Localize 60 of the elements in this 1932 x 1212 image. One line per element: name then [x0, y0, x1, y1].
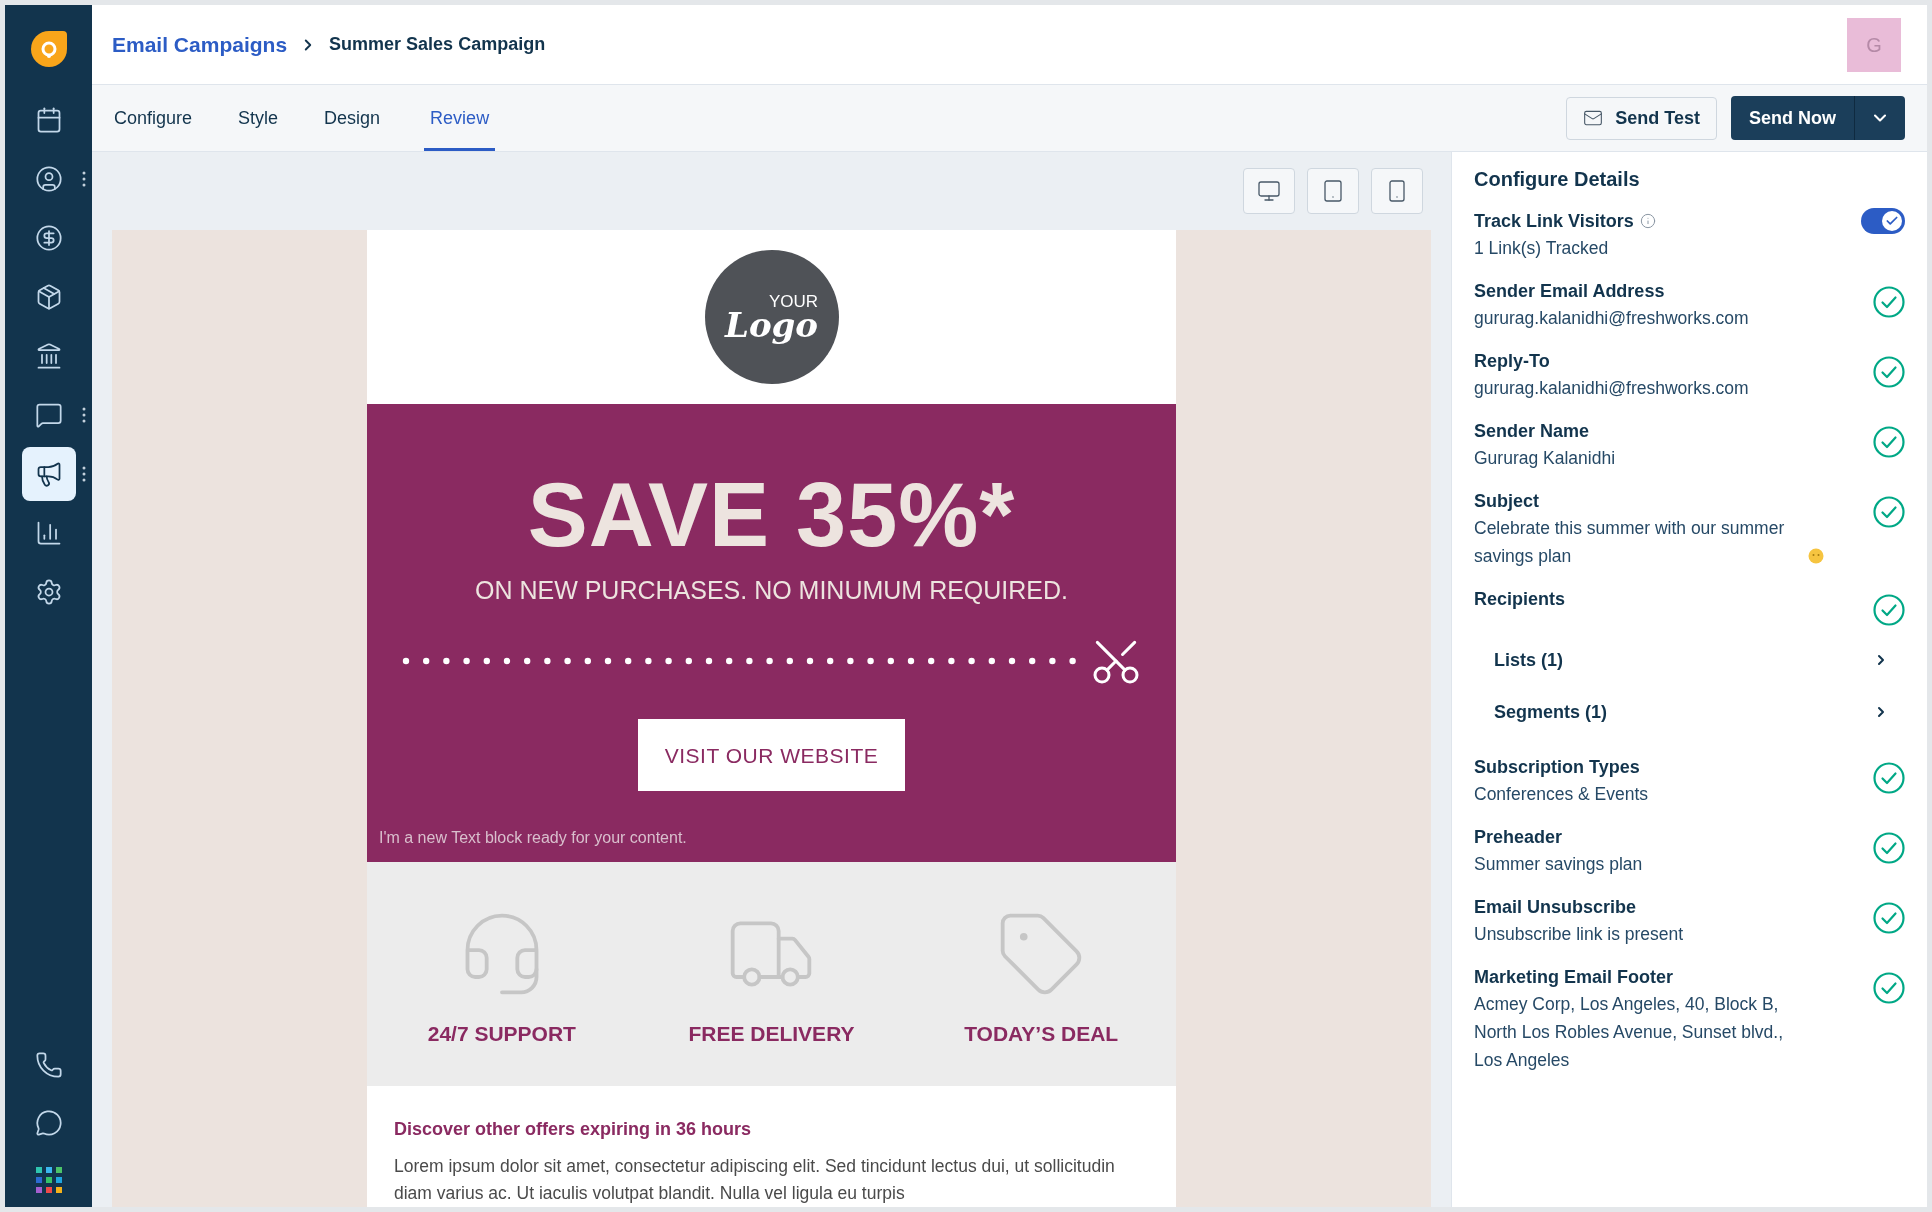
breadcrumb-link[interactable]: Email Campaigns: [112, 28, 288, 61]
feature-label: 24/7 SUPPORT: [427, 1021, 576, 1047]
nav-item[interactable]: [21, 447, 76, 501]
user-icon: [34, 165, 63, 193]
tablet-icon: [1321, 179, 1345, 203]
detail-value: 1 Link(s) Tracked: [1474, 237, 1609, 260]
device-view-button[interactable]: [1371, 168, 1423, 214]
page-title: Summer Sales Campaign: [329, 33, 546, 56]
tab[interactable]: Design: [322, 85, 383, 151]
detail-label: Subject: [1474, 490, 1539, 513]
detail-label: Sender Name: [1474, 420, 1590, 443]
send-now-button[interactable]: Send Now: [1731, 96, 1855, 140]
monitor-icon: [1257, 179, 1281, 203]
device-view-button[interactable]: [1307, 168, 1359, 214]
detail-value: Celebrate this summer with our summer savings plan: [1474, 517, 1786, 568]
detail-label: Marketing Email Footer: [1474, 966, 1674, 989]
detail-value: Summer savings plan: [1474, 853, 1643, 876]
detail-value: Unsubscribe link is present: [1474, 923, 1684, 946]
detail-label: Preheader: [1474, 826, 1563, 849]
detail-label: Sender Email Address: [1474, 280, 1665, 303]
check-icon: [1885, 214, 1899, 228]
more-icon[interactable]: [82, 171, 86, 187]
detail-value: Gururag Kalanidhi: [1474, 447, 1616, 470]
detail-label: Reply-To: [1474, 350, 1550, 373]
detail-label: Email Unsubscribe: [1474, 896, 1637, 919]
device-view-button[interactable]: [1243, 168, 1295, 214]
phone-icon[interactable]: [34, 1051, 63, 1079]
recipient-row[interactable]: Segments (1): [1474, 686, 1905, 738]
chat-bubble-icon[interactable]: [34, 1109, 63, 1137]
offer-heading: Discover other offers expiring in 36 hours: [394, 1118, 753, 1141]
detail-label: Track Link Visitors: [1474, 210, 1634, 233]
toggle-switch[interactable]: [1861, 208, 1905, 234]
more-icon[interactable]: [82, 407, 86, 423]
feature-label: FREE DELIVERY: [688, 1021, 855, 1047]
hero-subline: ON NEW PURCHASES. NO MINUMUM REQUIRED.: [474, 578, 1069, 604]
detail-value: gururag.kalanidhi@freshworks.com: [1474, 377, 1749, 400]
dollar-icon: [34, 224, 63, 252]
recipient-row[interactable]: Lists (1): [1474, 634, 1905, 686]
detail-value: Acmey Corp, Los Angeles, 40, Block B, North Los Robles Avenue, Sunset blvd., Los Angeles: [1474, 993, 1785, 1072]
logo-script-text: Logo: [724, 307, 818, 342]
panel-title: Configure Details: [1474, 167, 1641, 192]
app-logo[interactable]: [28, 29, 69, 69]
detail-label: Subscription Types: [1474, 756, 1640, 779]
detail-label: Recipients: [1474, 588, 1566, 611]
send-test-button[interactable]: Send Test: [1566, 96, 1717, 140]
detail-value: gururag.kalanidhi@freshworks.com: [1474, 307, 1749, 330]
tab[interactable]: Configure: [112, 85, 195, 151]
visit-website-button[interactable]: VISIT OUR WEBSITE: [638, 719, 905, 792]
chat-icon: [34, 401, 63, 429]
logo-small-text: YOUR: [768, 292, 819, 310]
hero-headline: SAVE 35%*: [527, 470, 1016, 561]
mail-icon: [1583, 108, 1604, 128]
placeholder-text: I'm a new Text block ready for your content.: [379, 828, 687, 848]
tab[interactable]: Style: [236, 85, 281, 151]
offer-paragraph: Lorem ipsum dolor sit amet, consectetur adipiscing elit. Sed tincidunt lectus dui, ut sollicitudin diam varius ac. Ut iaculis volutpat blandit. Nulla vel ligula eu turpis: [394, 1155, 1116, 1205]
feature-label: TODAY’S DEAL: [964, 1021, 1119, 1047]
more-icon[interactable]: [82, 466, 86, 482]
info-icon[interactable]: [1639, 213, 1656, 229]
detail-value: Conferences & Events: [1474, 783, 1649, 806]
apps-grid-icon[interactable]: [35, 1167, 62, 1193]
